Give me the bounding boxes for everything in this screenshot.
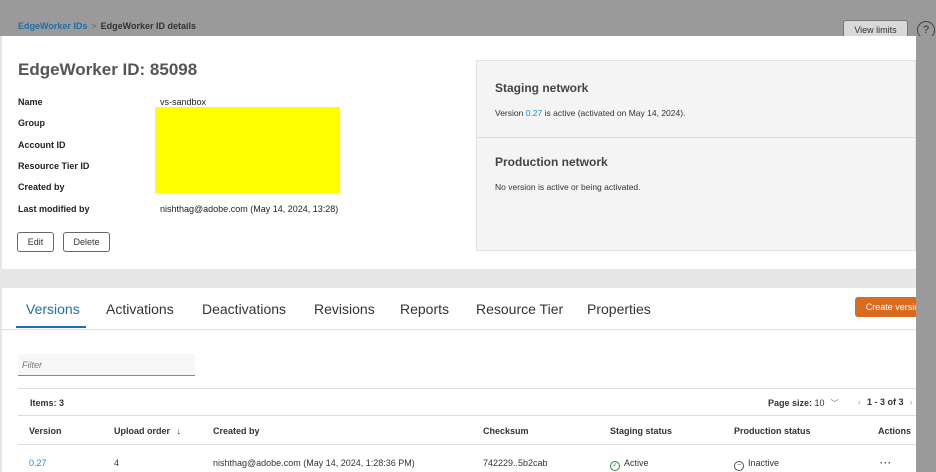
staging-status-cell: ✓ Active bbox=[610, 458, 649, 471]
detail-row-last-modified-by: Last modified by nishthag@adobe.com (May … bbox=[18, 204, 338, 214]
sort-arrow-down-icon: ↓ bbox=[176, 426, 182, 436]
staging-version-link[interactable]: 0.27 bbox=[526, 108, 543, 118]
items-count: Items: 3 bbox=[30, 398, 65, 408]
minus-circle-icon: − bbox=[734, 461, 744, 471]
filter-field[interactable] bbox=[18, 354, 195, 376]
check-circle-icon: ✓ bbox=[610, 461, 620, 471]
edit-button[interactable]: Edit bbox=[17, 232, 54, 252]
chevron-down-icon: ﹀ bbox=[830, 399, 839, 408]
upload-order-cell: 4 bbox=[114, 458, 120, 468]
chevron-left-icon[interactable]: ‹ bbox=[858, 397, 861, 407]
chevron-right-icon[interactable]: › bbox=[910, 397, 913, 407]
breadcrumb-current: EdgeWorker ID details bbox=[100, 21, 196, 31]
detail-row-account-id: Account ID bbox=[18, 140, 160, 150]
column-header-actions: Actions bbox=[878, 426, 912, 436]
table-toolbar: Items: 3 Page size: 10 ﹀ ‹ 1 - 3 of 3 › bbox=[18, 388, 916, 416]
column-header-upload-order[interactable]: Upload order ↓ bbox=[114, 426, 181, 436]
delete-button[interactable]: Delete bbox=[63, 232, 110, 252]
staging-text-prefix: Version bbox=[495, 108, 526, 118]
breadcrumb-link-edgeworker-ids[interactable]: EdgeWorker IDs bbox=[18, 21, 87, 31]
column-header-production-status[interactable]: Production status bbox=[734, 426, 811, 436]
detail-row-name: Name vs-sandbox bbox=[18, 97, 206, 107]
created-by-cell: nishthag@adobe.com (May 14, 2024, 1:28:3… bbox=[213, 458, 415, 468]
detail-label: Resource Tier ID bbox=[18, 161, 90, 171]
detail-value: vs-sandbox bbox=[160, 97, 207, 107]
page-size-label: Page size: bbox=[768, 398, 813, 408]
production-status-label: Inactive bbox=[748, 458, 780, 468]
detail-value: nishthag@adobe.com (May 14, 2024, 13:28) bbox=[160, 204, 339, 214]
tab-versions[interactable]: Versions bbox=[26, 301, 80, 317]
staging-network-text: Version 0.27 is active (activated on May… bbox=[495, 108, 685, 118]
details-card: EdgeWorker ID: 85098 Name vs-sandbox Grou… bbox=[2, 36, 917, 269]
tab-reports[interactable]: Reports bbox=[400, 301, 449, 317]
column-header-version[interactable]: Version bbox=[29, 426, 62, 436]
tab-revisions[interactable]: Revisions bbox=[314, 301, 375, 317]
filter-input[interactable] bbox=[18, 354, 195, 375]
breadcrumb: EdgeWorker IDs > EdgeWorker ID details bbox=[18, 21, 196, 31]
production-status-cell: − Inactive bbox=[734, 458, 779, 471]
redacted-area bbox=[155, 107, 340, 193]
breadcrumb-separator: > bbox=[91, 21, 97, 31]
column-header-label: Upload order bbox=[114, 426, 171, 436]
network-divider bbox=[477, 137, 917, 138]
table-header-divider bbox=[18, 444, 916, 445]
tab-properties[interactable]: Properties bbox=[587, 301, 651, 317]
row-actions-menu-icon[interactable]: ··· bbox=[880, 458, 892, 468]
tab-bar: Versions Activations Deactivations Revis… bbox=[2, 288, 916, 330]
version-link[interactable]: 0.27 bbox=[29, 458, 47, 468]
page-size-value: 10 bbox=[814, 398, 825, 408]
detail-row-created-by: Created by bbox=[18, 182, 160, 192]
active-tab-indicator bbox=[16, 326, 86, 328]
tab-resource-tier[interactable]: Resource Tier bbox=[476, 301, 563, 317]
tab-activations[interactable]: Activations bbox=[106, 301, 174, 317]
column-header-checksum[interactable]: Checksum bbox=[483, 426, 529, 436]
detail-label: Group bbox=[18, 118, 45, 128]
production-network-title: Production network bbox=[495, 155, 608, 169]
checksum-cell: 742229..5b2cab bbox=[483, 458, 548, 468]
staging-status-label: Active bbox=[624, 458, 649, 468]
detail-label: Created by bbox=[18, 182, 65, 192]
overlay-right bbox=[916, 36, 936, 472]
detail-label: Account ID bbox=[18, 140, 66, 150]
pagination: ‹ 1 - 3 of 3 › bbox=[858, 397, 913, 407]
tab-deactivations[interactable]: Deactivations bbox=[202, 301, 286, 317]
versions-card: Versions Activations Deactivations Revis… bbox=[2, 288, 935, 472]
column-header-created-by[interactable]: Created by bbox=[213, 426, 260, 436]
pagination-range: 1 - 3 of 3 bbox=[867, 397, 904, 407]
staging-network-title: Staging network bbox=[495, 81, 589, 95]
detail-row-resource-tier-id: Resource Tier ID bbox=[18, 161, 160, 171]
staging-text-suffix: is active (activated on May 14, 2024). bbox=[542, 108, 686, 118]
detail-label: Name bbox=[18, 97, 43, 107]
detail-row-group: Group bbox=[18, 118, 160, 128]
network-status-panel: Staging network Version 0.27 is active (… bbox=[476, 60, 917, 251]
page-size-select[interactable]: Page size: 10 ﹀ bbox=[768, 398, 839, 409]
page-title: EdgeWorker ID: 85098 bbox=[18, 60, 198, 79]
detail-label: Last modified by bbox=[18, 204, 90, 214]
production-network-text: No version is active or being activated. bbox=[495, 182, 641, 192]
column-header-staging-status[interactable]: Staging status bbox=[610, 426, 672, 436]
